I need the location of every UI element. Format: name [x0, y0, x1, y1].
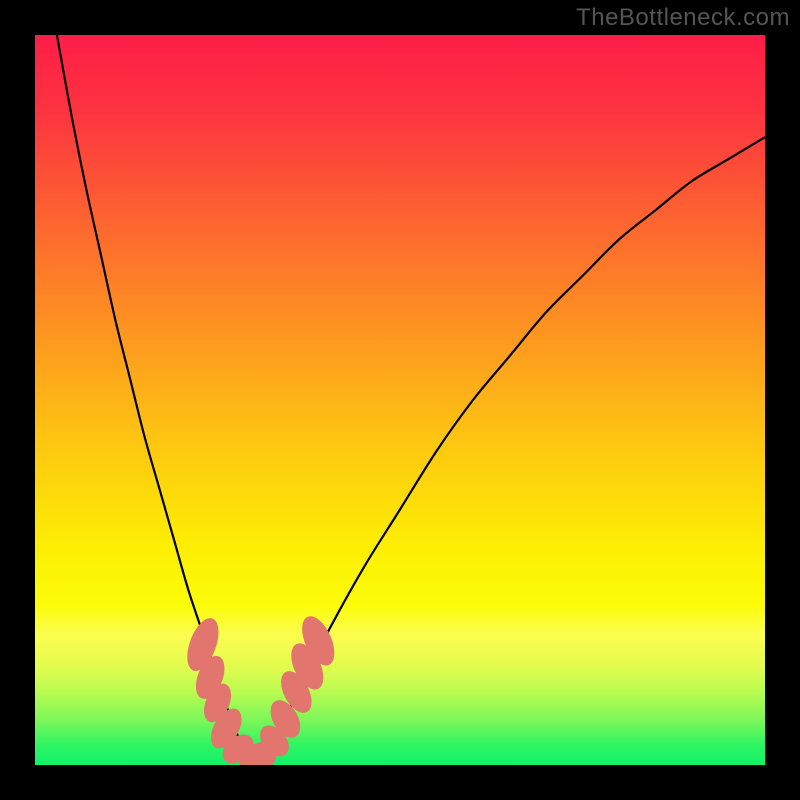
watermark-text: TheBottleneck.com — [576, 4, 790, 32]
plot-area — [35, 35, 765, 765]
curve-layer — [35, 35, 765, 765]
marker-group — [181, 612, 341, 765]
chart-frame: TheBottleneck.com — [0, 0, 800, 800]
bottleneck-curve — [57, 35, 765, 765]
